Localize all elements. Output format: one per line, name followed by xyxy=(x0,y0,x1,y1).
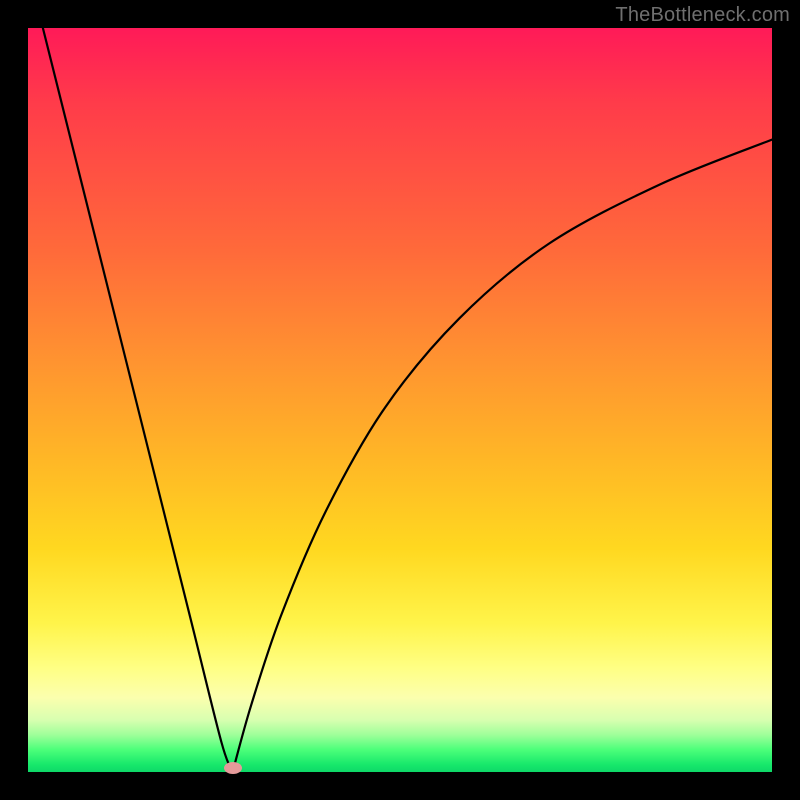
curve-layer xyxy=(28,28,772,772)
left-branch-line xyxy=(43,28,233,772)
watermark-text: TheBottleneck.com xyxy=(615,4,790,27)
chart-container: TheBottleneck.com xyxy=(0,0,800,800)
plot-area xyxy=(28,28,772,772)
vertex-marker xyxy=(224,762,242,774)
right-branch-line xyxy=(233,140,772,772)
